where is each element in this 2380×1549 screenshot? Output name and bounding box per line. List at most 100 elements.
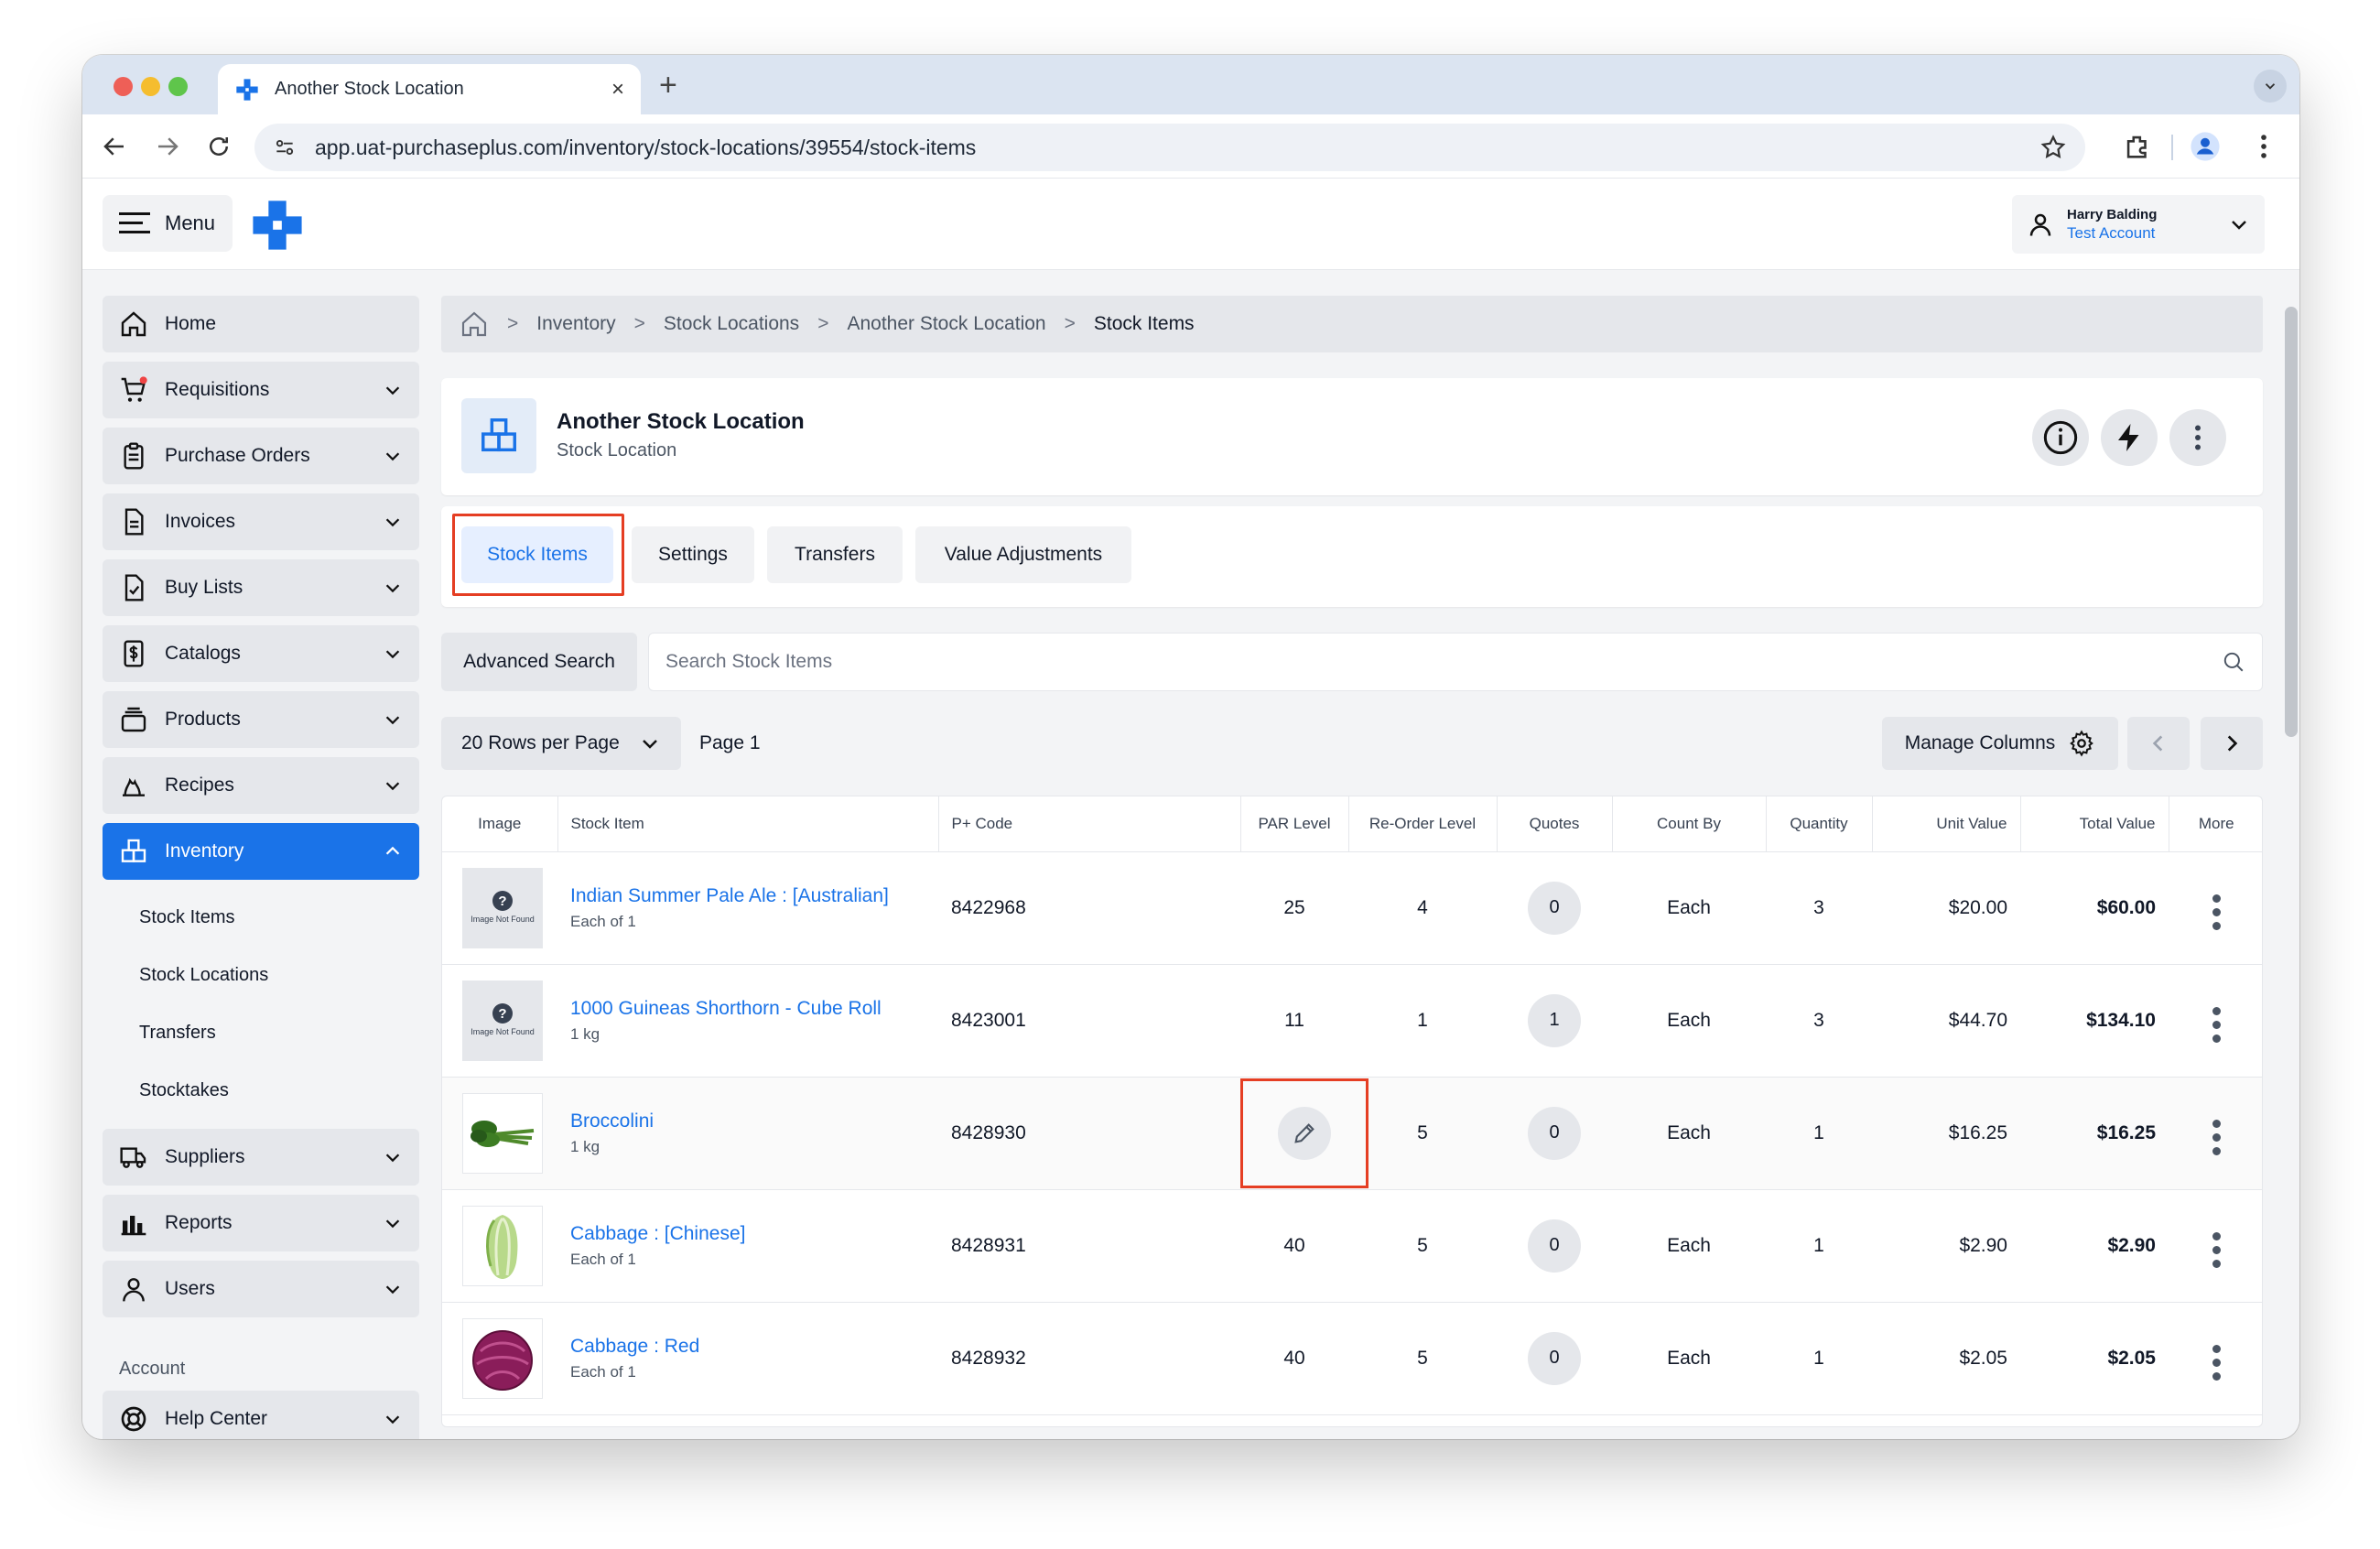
more-options-button[interactable] [2169,409,2226,466]
new-tab-button[interactable]: + [659,68,677,103]
par-level[interactable]: 25 [1240,851,1348,965]
tab-transfers[interactable]: Transfers [767,526,903,583]
chevron-down-icon [385,650,400,659]
par-level[interactable]: 11 [1240,964,1348,1078]
search-field[interactable] [648,633,2263,691]
product-code: 8428930 [938,1077,1240,1190]
quotes-count-button[interactable]: 0 [1528,1331,1581,1385]
par-level[interactable]: 40 [1240,1189,1348,1303]
row-more-button[interactable] [2212,894,2221,930]
sidebar-item-invoices[interactable]: Invoices [103,493,419,550]
manage-columns-button[interactable]: Manage Columns [1882,717,2118,770]
row-more-button[interactable] [2212,1344,2221,1381]
quick-actions-button[interactable] [2101,409,2158,466]
minimize-window-button[interactable] [141,77,160,96]
sidebar-item-products[interactable]: Products [103,691,419,748]
menu-button[interactable]: Menu [103,195,233,252]
checklist-icon [119,573,148,602]
sidebar-item-label: Suppliers [165,1146,245,1167]
back-arrow-icon[interactable] [101,133,128,160]
chevron-down-icon [643,740,657,749]
document-icon [119,507,148,536]
quotes-count-button[interactable]: 0 [1528,1219,1581,1273]
site-settings-icon[interactable] [273,135,297,159]
stock-item-link[interactable]: Cabbage : [Chinese] [570,1223,925,1245]
sidebar-item-label: Users [165,1278,215,1299]
sidebar-item-requisitions[interactable]: Requisitions [103,362,419,418]
sidebar-item-suppliers[interactable]: Suppliers [103,1129,419,1186]
browser-menu-icon[interactable] [2248,131,2279,162]
profile-avatar-icon[interactable] [2190,131,2221,162]
chevron-down-icon [385,1219,400,1229]
stock-item-link[interactable]: 1000 Guineas Shorthorn - Cube Roll [570,998,925,1020]
stock-item-link[interactable]: Cabbage : Red [570,1336,925,1358]
close-tab-icon[interactable]: × [611,77,624,103]
extensions-icon[interactable] [2122,131,2153,162]
lightning-icon [2118,424,2139,451]
page-scrollbar[interactable] [2285,307,2298,737]
bookmark-star-icon[interactable] [2039,134,2067,161]
unit-value: $44.70 [1872,964,2020,1078]
breadcrumb-separator-icon: > [817,313,829,334]
previous-page-button[interactable] [2127,717,2190,770]
quantity: 1 [1766,1302,1872,1415]
sidebar-subitem-transfers[interactable]: Transfers [103,1004,419,1062]
sidebar-item-home[interactable]: Home [103,296,419,352]
home-icon [119,309,148,339]
advanced-search-button[interactable]: Advanced Search [441,633,637,691]
pencil-icon [1294,1122,1314,1143]
close-window-button[interactable] [114,77,133,96]
breadcrumb-location[interactable]: Another Stock Location [847,313,1045,335]
quotes-count-button[interactable]: 0 [1528,881,1581,935]
breadcrumb-inventory[interactable]: Inventory [536,313,615,335]
table-row: Cabbage : [Chinese] Each of 1 8428931 40 … [442,1189,2262,1303]
par-level[interactable]: 40 [1240,1302,1348,1415]
tab-settings[interactable]: Settings [632,526,754,583]
sidebar-item-inventory[interactable]: Inventory [103,823,419,880]
edit-par-level-button[interactable] [1278,1106,1331,1160]
address-bar[interactable]: app.uat-purchaseplus.com/inventory/stock… [254,124,2085,171]
sidebar-item-buy-lists[interactable]: Buy Lists [103,559,419,616]
sidebar-subitem-stocktakes[interactable]: Stocktakes [103,1062,419,1120]
tab-search-button[interactable] [2254,70,2287,103]
search-icon[interactable] [2222,650,2245,674]
quotes-count-button[interactable]: 0 [1528,1106,1581,1160]
sidebar-item-purchase-orders[interactable]: Purchase Orders [103,428,419,484]
tabs-bar: Stock Items Settings Transfers Value Adj… [441,506,2263,607]
sidebar-item-users[interactable]: Users [103,1261,419,1317]
next-page-button[interactable] [2201,717,2263,770]
breadcrumb-stock-locations[interactable]: Stock Locations [664,313,799,335]
search-input[interactable] [665,651,2222,673]
chevron-down-icon [385,452,400,461]
row-more-button[interactable] [2212,1119,2221,1155]
purchaseplus-logo-icon[interactable] [251,199,304,252]
sidebar-item-label: Buy Lists [165,577,243,598]
row-more-button[interactable] [2212,1231,2221,1268]
tab-value-adjustments[interactable]: Value Adjustments [915,526,1131,583]
sidebar-section-account: Account [119,1359,186,1379]
stock-item-link[interactable]: Indian Summer Pale Ale : [Australian] [570,885,925,907]
maximize-window-button[interactable] [168,77,188,96]
quotes-count-button[interactable]: 1 [1528,993,1581,1047]
stock-item-description: 1 kg [570,1137,600,1155]
stock-item-link[interactable]: Broccolini [570,1110,925,1132]
sidebar-item-reports[interactable]: Reports [103,1195,419,1251]
forward-arrow-icon[interactable] [154,133,181,160]
sidebar-item-catalogs[interactable]: Catalogs [103,625,419,682]
sidebar-subitem-stock-locations[interactable]: Stock Locations [103,947,419,1004]
quantity: 3 [1766,851,1872,965]
manage-columns-label: Manage Columns [1904,732,2056,753]
sidebar-item-recipes[interactable]: Recipes [103,757,419,814]
user-account-menu[interactable]: Harry Balding Test Account [2012,195,2265,254]
info-button[interactable] [2032,409,2089,466]
sidebar-subitem-stock-items[interactable]: Stock Items [103,889,419,947]
breadcrumb: > Inventory > Stock Locations > Another … [441,296,2263,352]
rows-per-page-select[interactable]: 20 Rows per Page [441,717,681,770]
reload-icon[interactable] [205,133,233,160]
column-header-code: P+ Code [938,796,1241,852]
cart-icon [119,375,148,405]
row-more-button[interactable] [2212,1006,2221,1043]
home-icon[interactable] [460,309,489,339]
sidebar-item-help-center[interactable]: Help Center [103,1391,419,1439]
browser-tab[interactable]: Another Stock Location × [218,64,641,114]
